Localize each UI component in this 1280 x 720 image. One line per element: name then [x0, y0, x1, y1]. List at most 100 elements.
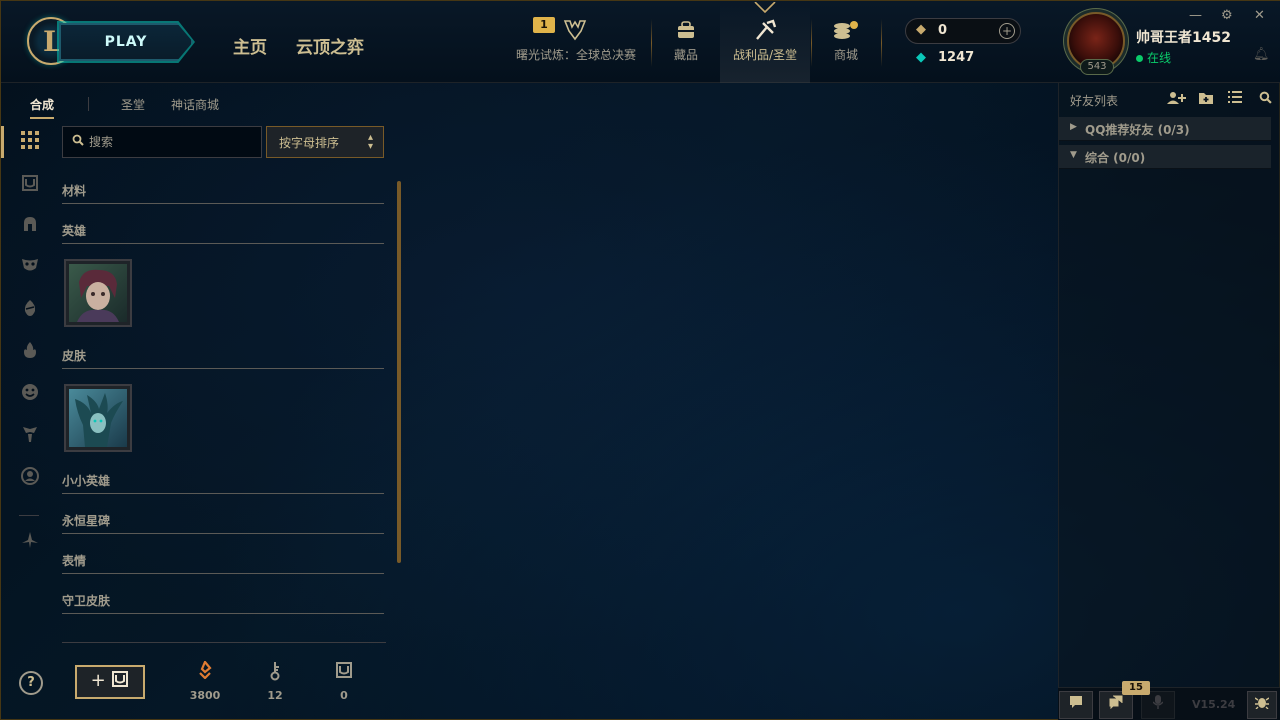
category-skins[interactable]: 皮肤: [62, 347, 384, 369]
craft-chest-button[interactable]: +: [75, 665, 145, 699]
key-value: 12: [267, 689, 283, 702]
panel-divider: [62, 642, 386, 643]
missions-icon[interactable]: [1099, 691, 1133, 719]
help-button[interactable]: ?: [19, 671, 43, 695]
nav-divider: [881, 19, 882, 67]
category-champions[interactable]: 英雄: [62, 222, 384, 244]
orange-essence-value: 3800: [189, 689, 221, 702]
online-status[interactable]: 在线: [1136, 49, 1171, 66]
client-version: V15.24: [1192, 698, 1236, 711]
champion-shard-art: [69, 264, 127, 322]
search-box[interactable]: [62, 126, 262, 158]
rail-active-indicator: [1, 126, 4, 158]
social-bottom-bar: [1058, 687, 1280, 720]
category-eternals[interactable]: 永恒星碑: [62, 512, 384, 534]
tab-crafting[interactable]: 合成: [30, 96, 55, 119]
username[interactable]: 帅哥王者1452: [1136, 27, 1231, 47]
trophy-icon: [562, 19, 588, 46]
be-value: 1247: [938, 50, 975, 65]
search-input[interactable]: [89, 132, 254, 152]
collection-label: 藏品: [673, 48, 698, 62]
nav-collection[interactable]: 藏品: [661, 1, 711, 83]
category-emotes[interactable]: 表情: [62, 552, 384, 574]
grid-icon[interactable]: [19, 131, 41, 153]
search-icon[interactable]: [1259, 91, 1272, 108]
friend-group-general[interactable]: ▼ 综合 (0/0): [1059, 145, 1271, 169]
store-label: 商城: [833, 48, 858, 62]
chat-icon[interactable]: [1059, 691, 1093, 719]
status-dot-icon: [1136, 55, 1143, 62]
tab-mythic-shop[interactable]: 神话商城: [171, 96, 219, 113]
chest-counter: 0: [324, 661, 364, 702]
close-icon[interactable]: ✕: [1254, 8, 1265, 23]
top-navigation-bar: L PLAY 主页 云顶之弈 1 曙光试炼：全球总决赛 藏品 战利品/圣堂 商城…: [1, 1, 1280, 83]
client-window: L PLAY 主页 云顶之弈 1 曙光试炼：全球总决赛 藏品 战利品/圣堂 商城…: [0, 0, 1280, 720]
loot-label: 战利品/圣堂: [732, 48, 798, 62]
riot-points-icon: ◆: [916, 22, 926, 37]
minimize-icon[interactable]: —: [1189, 8, 1202, 23]
nav-tournament[interactable]: 曙光试炼：全球总决赛: [511, 1, 641, 83]
hextech-tools-icon: [753, 19, 777, 46]
mask-icon[interactable]: [19, 256, 41, 278]
bug-report-icon[interactable]: [1247, 691, 1277, 719]
emote-icon[interactable]: [19, 383, 41, 405]
add-friend-icon[interactable]: [1167, 91, 1187, 109]
crafting-scrollbar[interactable]: [397, 181, 401, 563]
rp-value: 0: [938, 23, 948, 38]
rail-divider: [19, 515, 39, 516]
nav-divider: [651, 19, 652, 67]
nav-divider: [811, 19, 812, 67]
status-text: 在线: [1147, 51, 1172, 65]
category-ward-skins[interactable]: 守卫皮肤: [62, 592, 384, 614]
category-materials[interactable]: 材料: [62, 182, 384, 204]
category-little-legends[interactable]: 小小英雄: [62, 472, 384, 494]
expanded-arrow-icon: ▼: [1070, 150, 1077, 160]
level-badge: 543: [1080, 59, 1114, 75]
buy-rp-button[interactable]: +: [999, 23, 1015, 39]
chest-outline-icon: [112, 671, 129, 687]
orange-essence-counter: 3800: [185, 659, 225, 702]
ward-icon[interactable]: [19, 425, 41, 447]
settings-gear-icon[interactable]: ⚙: [1221, 8, 1233, 23]
tab-sanctum[interactable]: 圣堂: [121, 96, 145, 113]
skin-shard-art: [69, 389, 127, 447]
microphone-icon[interactable]: [1141, 691, 1175, 719]
nav-home[interactable]: 主页: [233, 33, 267, 58]
chest-icon[interactable]: [19, 174, 41, 196]
egg-icon[interactable]: [19, 299, 41, 321]
blue-essence-icon: ◆: [916, 50, 926, 65]
backpack-icon: [675, 19, 697, 46]
nav-tft[interactable]: 云顶之弈: [296, 33, 364, 58]
play-button[interactable]: PLAY: [59, 23, 193, 61]
helmet-icon[interactable]: [19, 215, 41, 237]
sort-dropdown[interactable]: 按字母排序 ▴ ▾: [266, 126, 384, 158]
sort-label: 按字母排序: [279, 136, 340, 150]
skin-shard-tile[interactable]: [64, 384, 132, 452]
nav-store[interactable]: 商城: [821, 1, 871, 83]
plus-icon: +: [90, 670, 106, 691]
friend-group-label: 综合 (0/0): [1085, 151, 1146, 165]
subtab-divider: [88, 97, 89, 111]
flame-icon[interactable]: [19, 341, 41, 363]
friend-group-label: QQ推荐好友 (0/3): [1085, 123, 1190, 137]
missions-count-badge: 15: [1122, 681, 1150, 695]
friends-panel: 好友列表 ▶ QQ推荐好友 (0/3) ▼ 综合 (0/0): [1058, 83, 1280, 687]
list-view-icon[interactable]: [1228, 91, 1242, 107]
chest-value: 0: [340, 689, 348, 702]
active-nav-chevron: [753, 1, 777, 15]
friends-title: 好友列表: [1070, 94, 1119, 108]
profile-icon[interactable]: [19, 467, 41, 489]
chest-icon: [324, 661, 364, 683]
nav-loot[interactable]: 战利品/圣堂: [720, 1, 810, 83]
friend-group-qq[interactable]: ▶ QQ推荐好友 (0/3): [1059, 117, 1271, 141]
collapsed-arrow-icon: ▶: [1070, 122, 1077, 132]
rp-wallet[interactable]: ◆ 0 +: [905, 18, 1021, 44]
sort-arrows-icon: ▴ ▾: [367, 132, 373, 152]
add-folder-icon[interactable]: [1198, 91, 1214, 109]
key-counter: 12: [255, 661, 295, 702]
bell-icon[interactable]: 🔔︎: [1253, 47, 1270, 62]
champion-shard-tile[interactable]: [64, 259, 132, 327]
search-icon: [72, 134, 84, 149]
key-icon: [255, 661, 295, 683]
eternals-icon[interactable]: [19, 531, 41, 553]
